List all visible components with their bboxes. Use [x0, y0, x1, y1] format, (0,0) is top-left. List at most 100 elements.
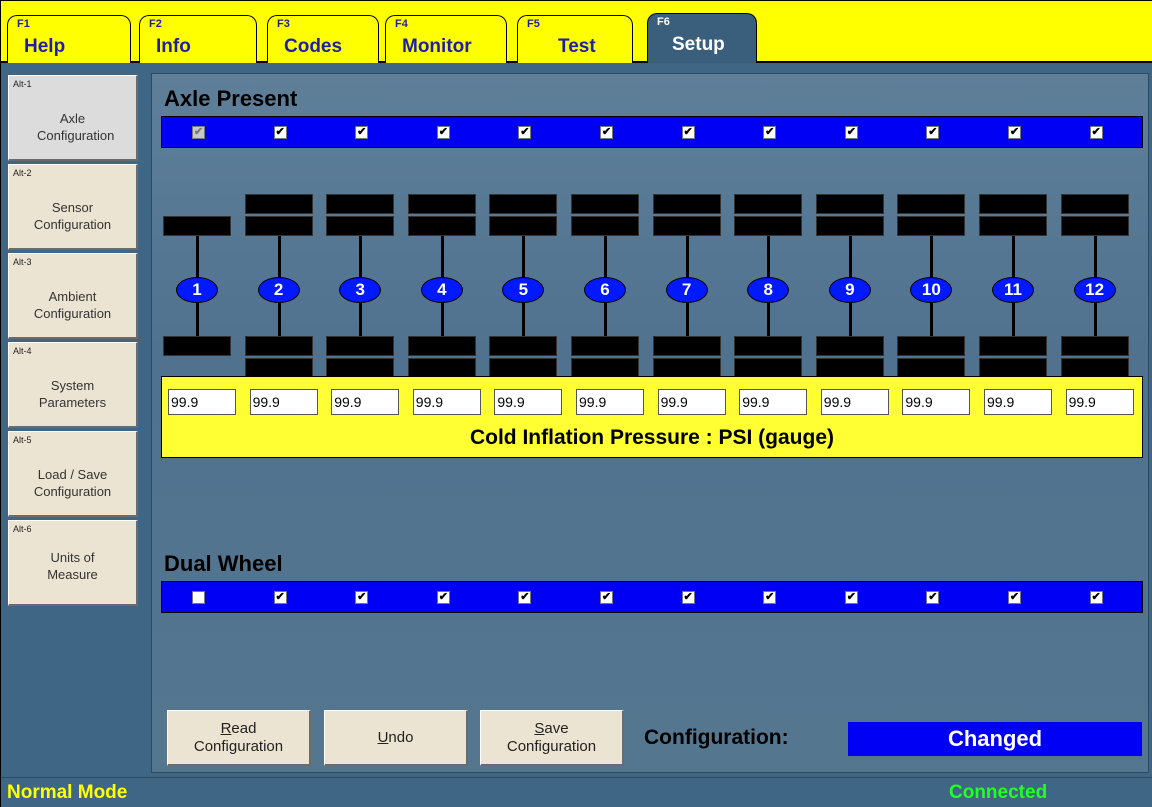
axle-present-title: Axle Present [164, 86, 298, 111]
axle-present-checkbox[interactable]: ✔ [926, 126, 940, 139]
axle-present-checkbox: ✔ [192, 126, 205, 139]
axle-present-checkbox[interactable]: ✔ [763, 126, 777, 139]
sidebar-item-label: Sensor Configuration [33, 200, 112, 232]
pressure-input[interactable] [331, 389, 400, 415]
tire-icon [571, 194, 639, 214]
axle-present-checkbox[interactable]: ✔ [1008, 126, 1021, 139]
tire-icon [571, 216, 639, 236]
axle-shaft [1093, 302, 1097, 336]
tab-help-label: Help [24, 36, 66, 57]
tire-icon [489, 358, 558, 378]
axle-present-checkbox[interactable]: ✔ [436, 126, 450, 139]
dual-wheel-checkbox[interactable]: ✔ [1089, 591, 1103, 604]
main-panel: Alt-1 Axle Configuration Alt-2 Sensor Co… [1, 63, 1152, 777]
tire-icon [407, 194, 476, 214]
tire-icon [815, 216, 884, 236]
tab-help[interactable]: F1 Help [7, 15, 131, 63]
undo-button[interactable]: Undo [324, 710, 468, 766]
tab-test[interactable]: F5 Test [517, 15, 633, 63]
read-configuration-button[interactable]: Read Configuration [167, 710, 311, 766]
axle-graphic: 11 [978, 184, 1048, 378]
axle-shaft [1093, 236, 1097, 278]
pressure-input[interactable] [984, 389, 1052, 415]
dual-wheel-checkbox[interactable]: ✔ [518, 591, 532, 604]
pressure-input[interactable] [657, 389, 726, 415]
dual-wheel-checkbox[interactable]: ✔ [273, 591, 287, 604]
tire-icon [734, 216, 803, 236]
dual-wheel-bar: ✔ ✔ ✔ ✔ ✔ ✔ ✔ ✔ ✔ ✔ ✔ [161, 581, 1143, 613]
read-mnemonic: R [220, 720, 232, 737]
tire-icon [734, 336, 803, 356]
sidebar-item-key: Alt-1 [13, 79, 32, 89]
axle-present-checkbox[interactable]: ✔ [355, 126, 369, 139]
pressure-input[interactable] [249, 389, 318, 415]
axle-present-checkbox[interactable]: ✔ [844, 126, 858, 139]
read-label-rest: ead [231, 720, 257, 737]
tire-icon [489, 194, 558, 214]
axle-shaft [930, 302, 934, 336]
tire-icon [244, 336, 313, 356]
pressure-input[interactable] [739, 389, 808, 415]
axle-shaft [359, 236, 363, 278]
tire-icon [897, 216, 966, 236]
sidebar-item-axle-configuration[interactable]: Alt-1 Axle Configuration [8, 75, 138, 161]
tab-monitor[interactable]: F4 Monitor [385, 15, 507, 63]
pressure-input[interactable] [820, 389, 889, 415]
sidebar-item-key: Alt-4 [13, 346, 32, 356]
tire-icon [244, 194, 313, 214]
dual-wheel-checkbox[interactable]: ✔ [681, 591, 695, 604]
tire-icon [1060, 358, 1129, 378]
axle-present-checkbox[interactable]: ✔ [518, 126, 532, 139]
sidebar-item-sensor-configuration[interactable]: Alt-2 Sensor Configuration [8, 164, 138, 250]
tire-icon [652, 336, 721, 356]
axle-present-checkbox[interactable]: ✔ [681, 126, 695, 139]
tire-icon [652, 216, 721, 236]
axle-shaft [196, 302, 199, 336]
tab-setup-label: Setup [672, 34, 725, 55]
pressure-input[interactable] [412, 389, 481, 415]
dual-wheel-checkbox[interactable]: ✔ [844, 591, 858, 604]
pressure-panel: Cold Inflation Pressure : PSI (gauge) [161, 376, 1143, 458]
tab-setup[interactable]: F6 Setup [647, 13, 757, 66]
tire-icon [897, 358, 966, 378]
save-label-rest: ave [544, 720, 569, 737]
tire-icon [1060, 216, 1129, 236]
tire-icon [407, 358, 476, 378]
axle-present-checkbox[interactable]: ✔ [273, 126, 287, 139]
axle-shaft [685, 236, 689, 278]
dual-wheel-checkbox[interactable]: ✔ [926, 591, 940, 604]
pressure-input[interactable] [902, 389, 971, 415]
sidebar-item-units-of-measure[interactable]: Alt-6 Units of Measure [8, 520, 138, 606]
sidebar-item-ambient-configuration[interactable]: Alt-3 Ambient Configuration [8, 253, 138, 339]
dual-wheel-checkbox[interactable]: ✔ [355, 591, 369, 604]
axle-present-checkbox[interactable]: ✔ [600, 126, 613, 139]
tab-info-label: Info [156, 36, 191, 57]
axle-shaft [848, 302, 852, 336]
axle-number-label: 7 [665, 277, 708, 303]
pressure-input[interactable] [168, 389, 236, 415]
sidebar-item-system-parameters[interactable]: Alt-4 System Parameters [8, 342, 138, 428]
axle-shaft [1012, 302, 1015, 336]
axle-shaft [767, 236, 771, 278]
axle-number-label: 10 [910, 277, 953, 303]
save-configuration-button[interactable]: Save Configuration [480, 710, 624, 766]
dual-wheel-checkbox[interactable]: ✔ [1008, 591, 1021, 604]
tire-icon [979, 194, 1047, 214]
tab-info[interactable]: F2 Info [139, 15, 257, 63]
axle-shaft [522, 302, 526, 336]
dual-wheel-checkbox[interactable]: ✔ [436, 591, 450, 604]
pressure-input[interactable] [494, 389, 563, 415]
pressure-input[interactable] [576, 389, 644, 415]
pressure-input[interactable] [1065, 389, 1134, 415]
tab-codes[interactable]: F3 Codes [267, 15, 379, 63]
dual-wheel-checkbox[interactable]: ✔ [763, 591, 777, 604]
sidebar-item-load-save-configuration[interactable]: Alt-5 Load / Save Configuration [8, 431, 138, 517]
dual-wheel-checkbox[interactable]: ✔ [600, 591, 613, 604]
axle-present-checkbox[interactable]: ✔ [1089, 126, 1103, 139]
tire-icon [163, 216, 231, 236]
axle-shaft [767, 302, 771, 336]
tire-icon [734, 194, 803, 214]
undo-label-rest: ndo [388, 729, 414, 746]
tab-info-key: F2 [149, 18, 162, 30]
dual-wheel-checkbox[interactable] [192, 591, 205, 604]
